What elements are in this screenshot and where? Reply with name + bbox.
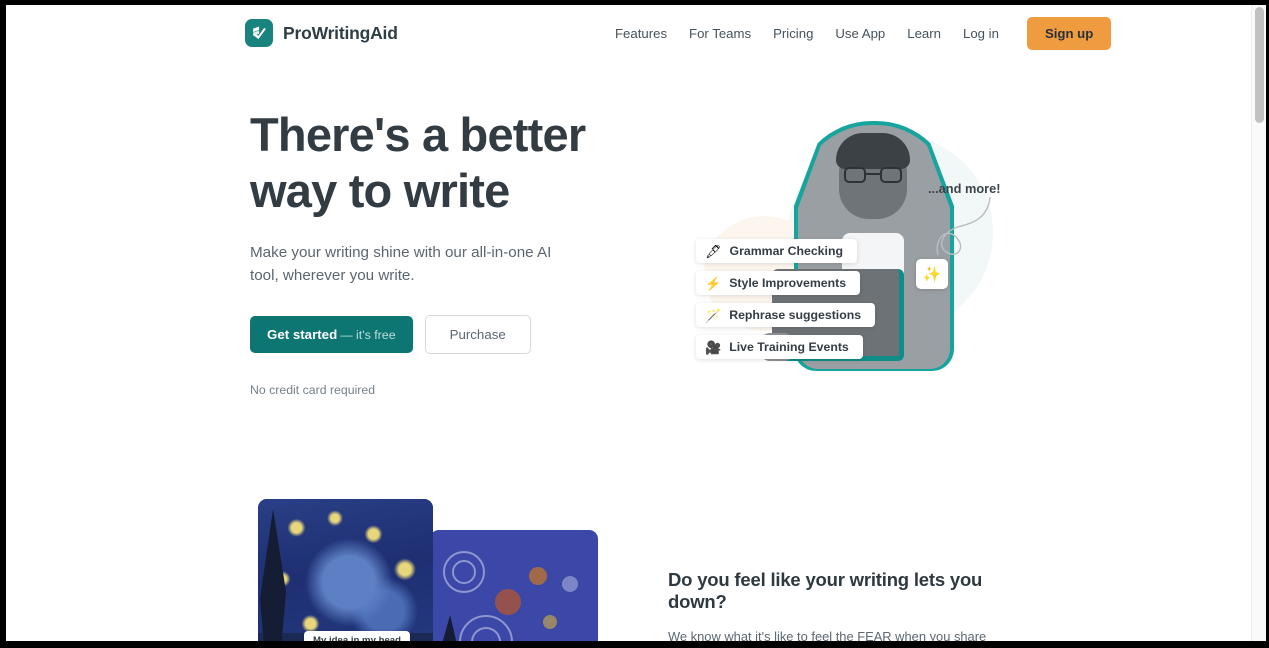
- hero-title-line-1: There's a better: [250, 108, 586, 161]
- hero-copy: There's a better way to write Make your …: [250, 107, 610, 397]
- prowritingaid-book-logo-icon: [245, 19, 273, 47]
- starry-night-sky: [258, 499, 433, 641]
- hero-subtitle: Make your writing shine with our all-in-…: [250, 244, 552, 284]
- section-title: Do you feel like your writing lets you d…: [668, 569, 983, 612]
- scribble-swirls: [443, 551, 578, 641]
- brand-logo-link[interactable]: ProWritingAid: [245, 19, 398, 47]
- idea-in-my-head-chip: My idea in my head: [304, 631, 410, 641]
- nav-item-features[interactable]: Features: [604, 20, 678, 47]
- nav-item-learn[interactable]: Learn: [896, 20, 952, 47]
- glasses-lens-left: [844, 167, 866, 183]
- get-started-label: Get started: [267, 327, 338, 342]
- magic-wand-icon: 🪄: [705, 307, 722, 323]
- section-body: We know what it's like to feel the FEAR …: [668, 629, 987, 641]
- vertical-scrollbar-track[interactable]: [1251, 5, 1266, 641]
- brand-name: ProWritingAid: [283, 22, 398, 43]
- feather-pen-icon: 🖋: [705, 243, 722, 259]
- feature-pill-label: Rephrase suggestions: [729, 308, 862, 322]
- get-started-button[interactable]: Get started — it's free: [250, 316, 413, 353]
- hero-illustration: ✨ ...and more! 🖋 Grammar Checking ⚡ Styl…: [666, 111, 1026, 411]
- writing-lets-you-down-section: My idea in my head Do you feel like your…: [6, 471, 1251, 641]
- sign-up-button[interactable]: Sign up: [1026, 16, 1112, 50]
- purchase-button[interactable]: Purchase: [424, 315, 531, 354]
- feature-pill-list: 🖋 Grammar Checking ⚡ Style Improvements …: [696, 239, 876, 359]
- film-camera-icon: 🎥: [705, 339, 722, 355]
- scribble-version-card: [430, 530, 598, 641]
- glasses-bridge: [866, 173, 880, 175]
- starry-night-painting: My idea in my head: [258, 499, 433, 641]
- nav-item-for-teams[interactable]: For Teams: [678, 20, 762, 47]
- no-credit-card-note: No credit card required: [250, 383, 376, 397]
- hero-title: There's a better way to write: [250, 107, 610, 219]
- glasses-lens-right: [880, 167, 902, 183]
- feature-pill-style-improvements: ⚡ Style Improvements: [696, 271, 861, 295]
- get-started-sublabel: — it's free: [340, 328, 396, 342]
- browser-window: ProWritingAid Features For Teams Pricing…: [0, 0, 1269, 648]
- nav-item-use-app[interactable]: Use App: [824, 20, 896, 47]
- hero-title-line-2: way to write: [250, 164, 510, 217]
- feature-pill-live-training-events: 🎥 Live Training Events: [696, 335, 863, 359]
- glasses-icon: [844, 167, 902, 183]
- section-copy: Do you feel like your writing lets you d…: [668, 569, 1013, 641]
- feature-pill-label: Live Training Events: [729, 340, 849, 354]
- nav-item-log-in[interactable]: Log in: [952, 20, 1010, 47]
- feature-pill-label: Style Improvements: [729, 276, 847, 290]
- site-header: ProWritingAid Features For Teams Pricing…: [6, 5, 1251, 61]
- main-navigation: Features For Teams Pricing Use App Learn…: [604, 16, 1112, 50]
- person-hair: [836, 133, 910, 169]
- hero-section: There's a better way to write Make your …: [6, 61, 1251, 471]
- nav-item-pricing[interactable]: Pricing: [762, 20, 824, 47]
- hero-actions: Get started — it's free Purchase: [250, 315, 610, 354]
- feature-pill-rephrase-suggestions: 🪄 Rephrase suggestions: [696, 303, 876, 327]
- page-viewport: ProWritingAid Features For Teams Pricing…: [6, 5, 1266, 641]
- feature-pill-label: Grammar Checking: [729, 244, 843, 258]
- window-chrome-bottom: [0, 641, 1269, 648]
- starry-night-comparison-illustration: My idea in my head: [250, 499, 600, 641]
- feature-pill-grammar-checking: 🖋 Grammar Checking: [696, 239, 857, 263]
- curly-pointer-line: [936, 196, 991, 256]
- lightning-bolt-icon: ⚡: [705, 275, 722, 291]
- vertical-scrollbar-thumb[interactable]: [1255, 7, 1264, 123]
